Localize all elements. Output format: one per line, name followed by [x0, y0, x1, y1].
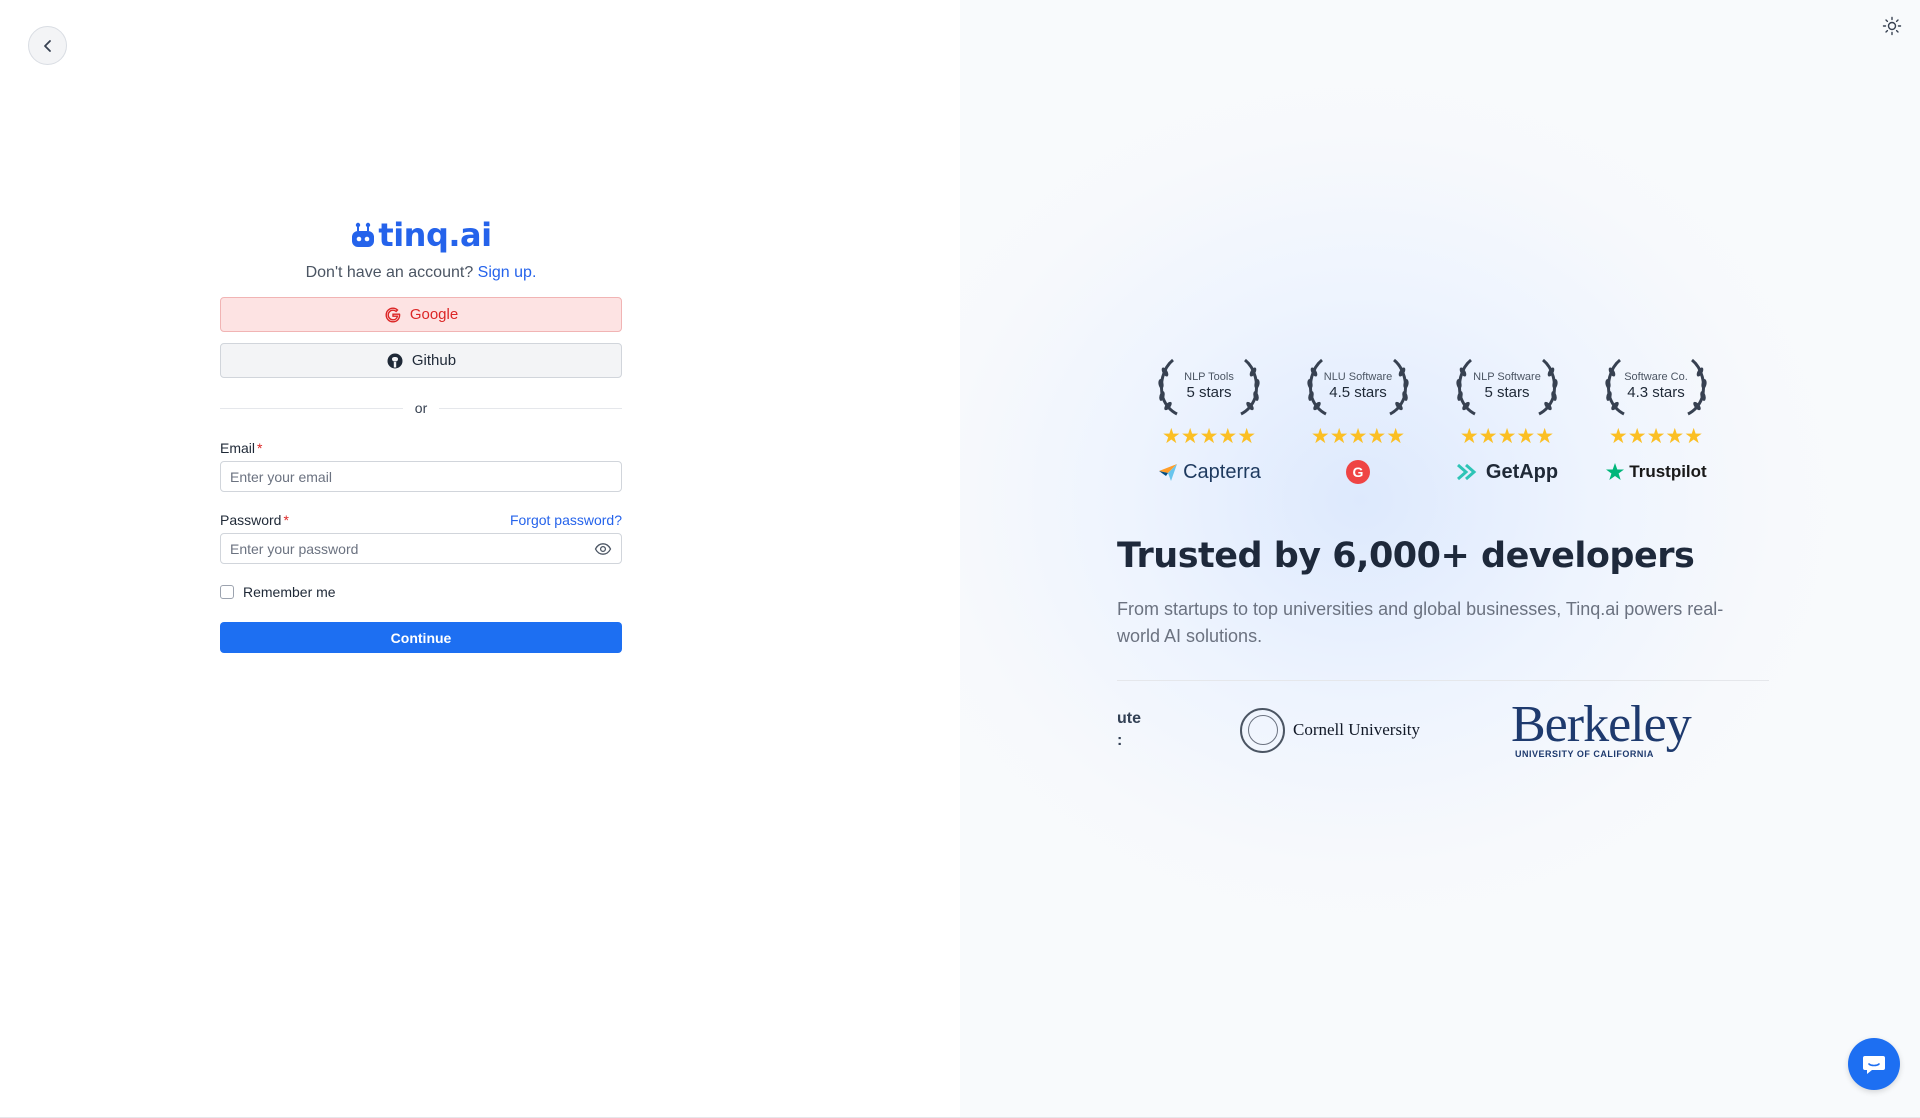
brand-logo: tinq.ai	[220, 214, 622, 256]
hero-subtext: From startups to top universities and gl…	[1117, 599, 1724, 646]
star-rating: ★★★★★	[1459, 425, 1555, 448]
berkeley-logo: Berkeley UNIVERSITY OF CALIFORNIA	[1511, 695, 1692, 765]
star-rating: ★★★★★	[1608, 425, 1704, 448]
robot-logo-icon	[352, 222, 375, 247]
laurel-badge: NLP Software 5 stars	[1453, 356, 1561, 416]
trustpilot-logo: Trustpilot	[1605, 458, 1707, 486]
cornell-logo: Cornell University	[1240, 695, 1420, 765]
forgot-password-link[interactable]: Forgot password?	[510, 512, 622, 528]
brand-name: tinq.ai	[378, 216, 492, 254]
password-label: Password *	[220, 512, 289, 528]
berkeley-subtitle: UNIVERSITY OF CALIFORNIA	[1515, 749, 1654, 759]
github-login-button[interactable]: Github	[220, 343, 622, 378]
capterra-icon	[1159, 464, 1178, 481]
login-form: tinq.ai Don't have an account? Sign up. …	[220, 214, 623, 653]
email-label-row: Email *	[220, 440, 622, 456]
password-label-row: Password * Forgot password?	[220, 512, 622, 528]
chat-bubble-icon	[1863, 1056, 1885, 1074]
continue-button[interactable]: Continue	[220, 622, 622, 653]
awards-row: NLP Tools 5 stars ★★★★★ Capterra NLU Sof…	[1155, 356, 1710, 486]
password-field-wrap	[220, 533, 622, 564]
remember-me-checkbox[interactable]	[220, 585, 234, 599]
remember-me-label[interactable]: Remember me	[243, 584, 336, 600]
laurel-badge: NLU Software 4.5 stars	[1304, 356, 1412, 416]
password-field[interactable]	[230, 540, 594, 557]
email-field[interactable]	[230, 468, 612, 485]
star-rating: ★★★★★	[1161, 425, 1257, 448]
berkeley-name: Berkeley	[1511, 696, 1692, 753]
back-button[interactable]	[28, 26, 67, 65]
g2-logo: G	[1346, 458, 1370, 486]
google-login-label: Google	[409, 306, 459, 323]
g2-icon: G	[1346, 460, 1370, 484]
capterra-logo: Capterra	[1157, 458, 1261, 486]
customer-logos: ute : Cornell University Berkeley UNIVER…	[1117, 695, 1769, 765]
eye-icon[interactable]	[594, 540, 612, 558]
github-icon	[387, 353, 403, 368]
award-card: NLU Software 4.5 stars ★★★★★ G	[1304, 356, 1412, 486]
star-rating: ★★★★★	[1310, 425, 1406, 448]
chevron-left-icon	[43, 39, 51, 52]
cornell-seal-icon	[1240, 707, 1285, 753]
divider-text: or	[414, 400, 428, 416]
cornell-name: Cornell University	[1293, 720, 1421, 739]
signup-prompt: Don't have an account? Sign up.	[220, 264, 622, 282]
award-rating: 4.3 stars	[1627, 383, 1685, 401]
google-login-button[interactable]: Google	[220, 297, 622, 332]
award-card: NLP Software 5 stars ★★★★★ GetApp	[1453, 356, 1561, 486]
institute-logo-fragment: ute :	[1117, 710, 1141, 749]
required-marker: *	[257, 440, 263, 456]
trustpilot-star-icon	[1606, 463, 1625, 480]
or-divider: or	[220, 400, 623, 416]
award-rating: 5 stars	[1186, 383, 1232, 401]
award-category: NLU Software	[1323, 370, 1393, 383]
marketing-panel: NLP Tools 5 stars ★★★★★ Capterra NLU Sof…	[960, 0, 1920, 1118]
email-group: Email *	[220, 440, 622, 492]
hero-headline: Trusted by 6,000+ developers	[1117, 536, 1695, 576]
remember-me-row: Remember me	[220, 584, 622, 600]
logos-divider	[1117, 680, 1769, 681]
google-icon	[385, 306, 401, 323]
getapp-logo: GetApp	[1456, 458, 1558, 486]
sun-icon[interactable]	[1882, 16, 1902, 36]
award-card: Software Co. 4.3 stars ★★★★★ Trustpilot	[1602, 356, 1710, 486]
award-rating: 5 stars	[1484, 383, 1530, 401]
getapp-name: GetApp	[1485, 460, 1559, 483]
capterra-name: Capterra	[1183, 460, 1261, 483]
award-category: NLP Tools	[1184, 370, 1234, 383]
chat-button[interactable]	[1848, 1038, 1900, 1090]
laurel-badge: NLP Tools 5 stars	[1155, 356, 1263, 416]
award-category: NLP Software	[1473, 370, 1541, 383]
email-label: Email *	[220, 440, 263, 456]
laurel-badge: Software Co. 4.3 stars	[1602, 356, 1710, 416]
signup-prompt-text: Don't have an account?	[305, 264, 474, 281]
getapp-icon	[1456, 463, 1477, 481]
divider-line-left	[220, 407, 403, 409]
password-group: Password * Forgot password?	[220, 512, 622, 564]
login-panel: tinq.ai Don't have an account? Sign up. …	[0, 0, 960, 1118]
trustpilot-name: Trustpilot	[1629, 462, 1707, 481]
award-card: NLP Tools 5 stars ★★★★★ Capterra	[1155, 356, 1263, 486]
signup-link[interactable]: Sign up.	[478, 264, 537, 281]
required-marker: *	[283, 512, 289, 528]
award-rating: 4.5 stars	[1329, 383, 1387, 401]
divider-line-right	[439, 407, 623, 409]
github-login-label: Github	[411, 352, 457, 369]
email-field-wrap	[220, 461, 622, 492]
award-category: Software Co.	[1624, 370, 1688, 383]
